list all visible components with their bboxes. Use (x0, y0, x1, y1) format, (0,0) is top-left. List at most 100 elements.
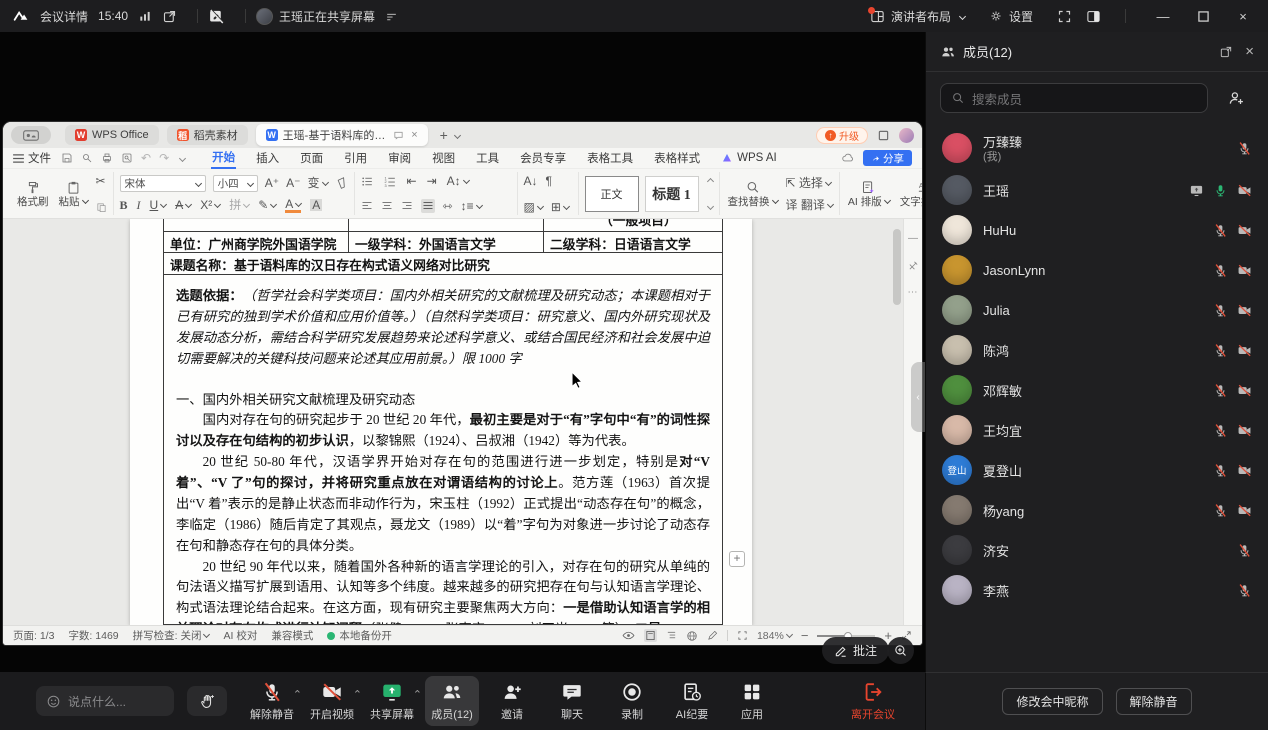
cam-off-icon[interactable] (1237, 383, 1252, 398)
toolbar-button[interactable]: AI纪要 (665, 676, 719, 726)
justify-button[interactable] (420, 198, 435, 213)
ai-proof-button[interactable]: AI 校对 (223, 628, 257, 643)
tab-list-dropdown-icon[interactable] (453, 131, 461, 139)
document-area[interactable]: （一般项目） 单位：广州商学院外国语学院 一级学科：外国语言文学 二级学科：日语… (3, 219, 922, 625)
compat-mode-label[interactable]: 兼容模式 (271, 628, 313, 643)
member-row[interactable]: 邓辉敏 (926, 370, 1268, 410)
meeting-details-button[interactable]: 会议详情 (40, 8, 88, 25)
mic-off-icon[interactable] (1237, 141, 1252, 156)
mic-off-icon[interactable] (1213, 343, 1228, 358)
tools-pane-icon[interactable] (908, 260, 919, 271)
wps-ai-tab[interactable]: WPS AI (720, 150, 778, 166)
panel-collapse-handle[interactable]: ‹ (911, 362, 925, 432)
file-menu[interactable]: 文件 (13, 150, 51, 166)
open-in-window-icon[interactable] (162, 9, 177, 24)
tab-document-active[interactable]: W 王瑶-基于语料库的汉日存在 × (255, 124, 428, 146)
italic-button[interactable]: I (137, 199, 141, 211)
numbered-list-button[interactable]: 123 (384, 175, 397, 188)
upgrade-button[interactable]: ↑ 升级 (816, 126, 868, 144)
change-case-icon[interactable]: 变 (307, 177, 329, 189)
ribbon-tab[interactable]: 审阅 (387, 148, 412, 168)
cam-off-icon[interactable] (1237, 423, 1252, 438)
style-body-text[interactable]: 正文 (584, 175, 639, 212)
toolbar-button[interactable]: 应用 (725, 676, 779, 726)
member-row[interactable]: 王均宜 (926, 410, 1268, 450)
member-status-icons[interactable] (1213, 383, 1252, 398)
bold-button[interactable]: B (120, 199, 128, 211)
show-marks-icon[interactable]: ¶ (546, 175, 552, 187)
document-scrollbar[interactable] (893, 229, 901, 305)
cut-icon[interactable]: ✂ (96, 175, 107, 187)
leave-meeting-button[interactable]: 离开会议 (851, 681, 895, 722)
strikethrough-button[interactable]: A (175, 199, 193, 211)
close-button[interactable]: × (1230, 6, 1256, 26)
more-pane-icon[interactable]: ⋯ (908, 287, 919, 298)
save-icon[interactable] (61, 152, 73, 164)
history-dropdown-icon[interactable] (179, 154, 187, 162)
text-layout-button[interactable]: A 文字排版 (898, 180, 922, 208)
cam-off-icon[interactable] (1237, 343, 1252, 358)
mic-off-icon[interactable] (1213, 383, 1228, 398)
distribute-button[interactable]: ⇿ (443, 200, 453, 212)
mic-off-icon[interactable] (1237, 583, 1252, 598)
close-panel-icon[interactable]: × (1245, 43, 1254, 60)
toolbar-button[interactable]: 共享屏幕 ⌃ (365, 676, 422, 726)
member-status-icons[interactable] (1237, 141, 1252, 156)
shading-icon[interactable]: ▨ (524, 201, 544, 213)
ribbon-tab[interactable]: 开始 (211, 147, 237, 169)
member-row[interactable]: HuHu (926, 210, 1268, 250)
increase-font-icon[interactable]: A⁺ (265, 177, 279, 189)
new-tab-button[interactable]: + (440, 127, 448, 143)
member-status-icons[interactable] (1213, 463, 1252, 478)
backup-status[interactable]: 本地备份开 (327, 628, 392, 643)
member-row[interactable]: 济安 (926, 530, 1268, 570)
screen-icon[interactable] (1189, 183, 1204, 198)
decrease-font-icon[interactable]: A⁻ (286, 177, 300, 189)
ribbon-tab[interactable]: 页面 (299, 148, 324, 168)
cam-off-icon[interactable] (1237, 503, 1252, 518)
ribbon-tab[interactable]: 引用 (343, 148, 368, 168)
translate-button[interactable]: 译 翻译 (786, 199, 834, 211)
unmute-button[interactable]: 解除静音 (1115, 688, 1192, 715)
align-left-button[interactable] (361, 200, 373, 212)
member-row[interactable]: 杨yang (926, 490, 1268, 530)
member-row[interactable]: Julia (926, 290, 1268, 330)
raise-hand-button[interactable] (187, 686, 227, 716)
member-row[interactable]: 李燕 (926, 570, 1268, 610)
tab-docer[interactable]: 稻 稻壳素材 (166, 125, 248, 145)
member-row[interactable]: JasonLynn (926, 250, 1268, 290)
find-replace-button[interactable]: 查找替换 (726, 180, 780, 208)
phonetic-guide-button[interactable]: 拼 (229, 199, 251, 211)
paste-button[interactable]: 粘贴 (57, 180, 90, 208)
highlighter-button[interactable]: ✎ (258, 199, 278, 211)
mic-off-icon[interactable] (1213, 463, 1228, 478)
wps-home-button[interactable] (11, 126, 51, 144)
redo-icon[interactable]: ↷ (159, 152, 169, 164)
member-status-icons[interactable] (1237, 543, 1252, 558)
annotate-overlay-button[interactable]: 批注 (822, 637, 890, 664)
mic-off-icon[interactable] (1213, 503, 1228, 518)
wps-account-avatar[interactable] (899, 127, 914, 143)
table-insert-button[interactable]: + (729, 551, 745, 567)
increase-indent-icon[interactable]: ⇥ (427, 175, 437, 187)
font-name-select[interactable]: 宋体 (119, 174, 206, 192)
cam-off-icon[interactable] (1237, 223, 1252, 238)
web-view-icon[interactable] (686, 630, 698, 642)
ribbon-tab[interactable]: 会员专享 (519, 148, 567, 168)
word-count[interactable]: 字数: 1469 (68, 628, 118, 643)
page-view-icon[interactable] (643, 629, 657, 642)
search-members-input[interactable]: 搜索成员 (940, 83, 1208, 113)
bullet-list-button[interactable] (361, 175, 374, 188)
fit-page-icon[interactable] (737, 630, 748, 641)
rename-button[interactable]: 修改会中昵称 (1002, 688, 1103, 715)
print-icon[interactable] (101, 152, 113, 164)
undo-icon[interactable]: ↶ (141, 152, 151, 164)
clear-format-icon[interactable] (335, 176, 348, 190)
cloud-sync-icon[interactable] (841, 151, 855, 165)
collapse-pane-icon[interactable]: — (908, 233, 918, 244)
style-gallery-down[interactable] (706, 202, 714, 210)
toolbar-button[interactable]: 解除静音 ⌃ (245, 676, 302, 726)
member-status-icons[interactable] (1213, 423, 1252, 438)
settings-button[interactable]: 设置 (989, 8, 1033, 25)
member-status-icons[interactable] (1213, 343, 1252, 358)
